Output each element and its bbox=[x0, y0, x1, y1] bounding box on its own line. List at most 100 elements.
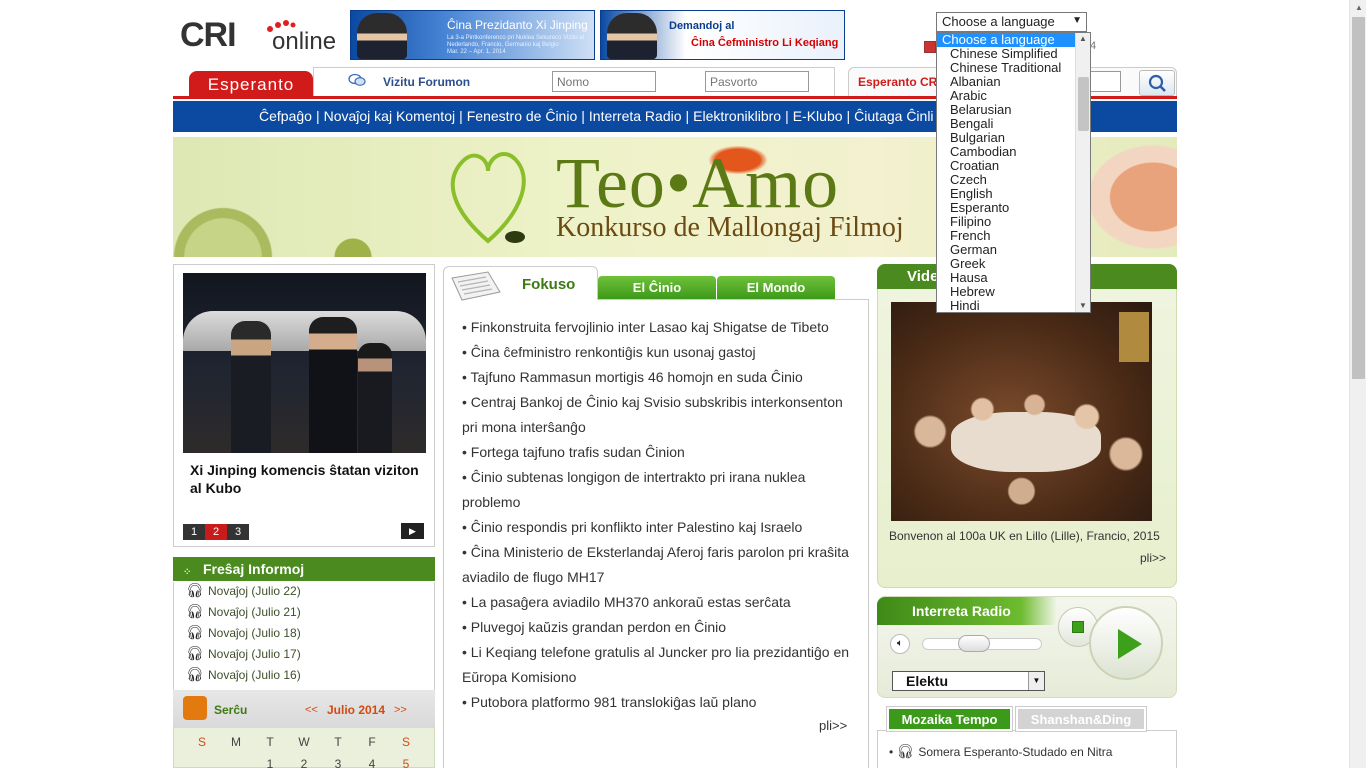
language-option[interactable]: Esperanto bbox=[937, 201, 1090, 215]
scrollbar-thumb[interactable] bbox=[1352, 17, 1365, 379]
list-item[interactable]: • 🎧︎ Somera Esperanto-Studado en Nitra bbox=[889, 743, 1112, 760]
list-item[interactable]: 🎧︎ Novaĵoj (Julio 22) bbox=[174, 582, 434, 601]
language-option[interactable]: Arabic bbox=[937, 89, 1090, 103]
language-option[interactable]: German bbox=[937, 243, 1090, 257]
video-photo[interactable] bbox=[891, 302, 1152, 521]
tab-from-china[interactable]: El Ĉinio bbox=[598, 276, 716, 299]
news-link[interactable]: Centraj Bankoj de Ĉinio kaj Svisio subsk… bbox=[462, 394, 843, 435]
language-option[interactable]: Belarusian bbox=[937, 103, 1090, 117]
news-link[interactable]: Finkonstruita fervojlinio inter Lasao ka… bbox=[471, 319, 829, 335]
news-item[interactable]: • Ĉinio respondis pri konflikto inter Pa… bbox=[462, 515, 857, 540]
nav-item[interactable]: Ĉefpaĝo bbox=[259, 108, 312, 124]
xi-jinping-banner[interactable]: Ĉina Prezidanto Xi Jinping La 3-a Pintko… bbox=[350, 10, 595, 60]
fresh-news-link[interactable]: Novaĵoj (Julio 16) bbox=[208, 668, 301, 682]
language-select[interactable]: Choose a language ▼ bbox=[936, 12, 1087, 32]
video-caption[interactable]: Bonvenon al 100a UK en Lillo (Lille), Fr… bbox=[889, 529, 1160, 543]
language-dropdown-list[interactable]: Choose a language Chinese Simplified Chine… bbox=[936, 32, 1091, 313]
site-language-tab[interactable]: Esperanto bbox=[189, 71, 313, 98]
language-option[interactable]: Chinese Simplified bbox=[937, 47, 1090, 61]
language-option[interactable]: Hebrew bbox=[937, 285, 1090, 299]
news-link[interactable]: La pasaĝera aviadilo MH370 ankoraŭ estas… bbox=[471, 594, 791, 610]
slideshow-page-button[interactable]: 1 bbox=[183, 524, 205, 540]
language-option[interactable]: Filipino bbox=[937, 215, 1090, 229]
news-link[interactable]: Ĉinio respondis pri konflikto inter Pale… bbox=[471, 519, 803, 535]
news-link[interactable]: Ĉina ĉefministro renkontiĝis kun usonaj … bbox=[471, 344, 756, 360]
news-link[interactable]: Fortega tajfuno trafis sudan Ĉinion bbox=[471, 444, 685, 460]
slideshow-page-button[interactable]: 3 bbox=[227, 524, 249, 540]
tab-from-world[interactable]: El Mondo bbox=[717, 276, 835, 299]
news-item[interactable]: • Finkonstruita fervojlinio inter Lasao … bbox=[462, 315, 857, 340]
slideshow-caption[interactable]: Xi Jinping komencis ŝtatan viziton al Ku… bbox=[190, 461, 420, 497]
news-item[interactable]: • Ĉina ĉefministro renkontiĝis kun usona… bbox=[462, 340, 857, 365]
language-option[interactable]: French bbox=[937, 229, 1090, 243]
language-option[interactable]: Cambodian bbox=[937, 145, 1090, 159]
search-input[interactable] bbox=[1090, 71, 1121, 92]
language-option[interactable]: Hausa bbox=[937, 271, 1090, 285]
scroll-up-icon[interactable]: ▲ bbox=[1355, 3, 1363, 12]
nav-item[interactable]: Ĉiutaga Ĉinli bbox=[854, 108, 933, 124]
news-more-link[interactable]: pli>> bbox=[819, 718, 847, 733]
news-link[interactable]: Putobora platformo 981 translokiĝas laŭ … bbox=[471, 694, 757, 710]
username-field[interactable] bbox=[552, 71, 656, 92]
news-item[interactable]: • Pluvegoj kaŭzis grandan perdon en Ĉini… bbox=[462, 615, 857, 640]
news-item[interactable]: • Fortega tajfuno trafis sudan Ĉinion bbox=[462, 440, 857, 465]
news-item[interactable]: • Putobora platformo 981 translokiĝas la… bbox=[462, 690, 857, 715]
radio-channel-select[interactable]: Elektu ▼ bbox=[892, 671, 1045, 691]
search-button[interactable] bbox=[1139, 70, 1175, 96]
calendar-day[interactable]: 4 bbox=[355, 757, 389, 768]
fresh-news-link[interactable]: Novaĵoj (Julio 17) bbox=[208, 647, 301, 661]
language-option[interactable]: Albanian bbox=[937, 75, 1090, 89]
news-item[interactable]: • Ĉina Ministerio de Eksterlandaj Aferoj… bbox=[462, 540, 857, 590]
language-option[interactable]: Croatian bbox=[937, 159, 1090, 173]
slideshow-page-button[interactable]: 2 bbox=[205, 524, 227, 540]
password-field[interactable] bbox=[705, 71, 809, 92]
calendar-day[interactable]: 5 bbox=[389, 757, 423, 768]
cri-online-logo[interactable]: CRI online bbox=[180, 16, 345, 56]
language-option[interactable]: Bengali bbox=[937, 117, 1090, 131]
language-option[interactable]: Chinese Traditional bbox=[937, 61, 1090, 75]
volume-icon[interactable]: 🔈︎ bbox=[890, 634, 910, 654]
news-link[interactable]: Ĉinio subtenas longigon de intertrakto p… bbox=[462, 469, 805, 510]
tab-shanshan-ding[interactable]: Shanshan&Ding bbox=[1015, 706, 1147, 732]
play-next-icon[interactable]: ▶ bbox=[401, 523, 424, 539]
list-item[interactable]: 🎧︎ Novaĵoj (Julio 21) bbox=[174, 601, 434, 622]
news-item[interactable]: • Tajfuno Rammasun mortigis 46 homojn en… bbox=[462, 365, 857, 390]
fresh-news-link[interactable]: Novaĵoj (Julio 21) bbox=[208, 605, 301, 619]
language-option[interactable]: Greek bbox=[937, 257, 1090, 271]
language-option[interactable]: Hindi bbox=[937, 299, 1090, 313]
volume-slider-handle[interactable] bbox=[958, 635, 990, 652]
news-item[interactable]: • Li Keqiang telefone gratulis al Juncke… bbox=[462, 640, 857, 690]
news-link[interactable]: Li Keqiang telefone gratulis al Juncker … bbox=[462, 644, 849, 685]
news-item[interactable]: • La pasaĝera aviadilo MH370 ankoraŭ est… bbox=[462, 590, 857, 615]
news-item[interactable]: • Centraj Bankoj de Ĉinio kaj Svisio sub… bbox=[462, 390, 857, 440]
scrollbar-thumb[interactable] bbox=[1078, 77, 1089, 131]
li-keqiang-banner[interactable]: Demandoj al Ĉina Ĉefministro Li Keqiang bbox=[600, 10, 845, 60]
scroll-down-icon[interactable]: ▼ bbox=[1079, 301, 1087, 310]
language-list-scrollbar[interactable]: ▲ ▼ bbox=[1075, 33, 1090, 312]
page-scrollbar[interactable]: ▲ bbox=[1349, 0, 1366, 768]
play-button[interactable] bbox=[1089, 606, 1163, 680]
calendar-day[interactable]: 2 bbox=[287, 757, 321, 768]
news-link[interactable]: Tajfuno Rammasun mortigis 46 homojn en s… bbox=[471, 369, 803, 385]
slideshow-photo[interactable] bbox=[183, 273, 426, 453]
video-more-link[interactable]: pli>> bbox=[1140, 551, 1166, 565]
news-link[interactable]: Ĉina Ministerio de Eksterlandaj Aferoj f… bbox=[462, 544, 849, 585]
list-item[interactable]: 🎧︎ Novaĵoj (Julio 16) bbox=[174, 664, 434, 685]
language-option[interactable]: English bbox=[937, 187, 1090, 201]
language-option[interactable]: Bulgarian bbox=[937, 131, 1090, 145]
forum-link[interactable]: Vizitu Forumon bbox=[383, 75, 470, 89]
nav-item[interactable]: Interreta Radio bbox=[589, 108, 682, 124]
list-item[interactable]: 🎧︎ Novaĵoj (Julio 18) bbox=[174, 622, 434, 643]
fresh-news-link[interactable]: Novaĵoj (Julio 22) bbox=[208, 584, 301, 598]
language-option[interactable]: Czech bbox=[937, 173, 1090, 187]
calendar-day[interactable]: 1 bbox=[253, 757, 287, 768]
nav-item[interactable]: Elektroniklibro bbox=[693, 108, 781, 124]
scroll-up-icon[interactable]: ▲ bbox=[1079, 34, 1087, 43]
list-item[interactable]: 🎧︎ Novaĵoj (Julio 17) bbox=[174, 643, 434, 664]
nav-item[interactable]: E-Klubo bbox=[793, 108, 843, 124]
calendar-prev-button[interactable]: << bbox=[305, 704, 318, 716]
tab-focus-label[interactable]: Fokuso bbox=[522, 276, 575, 293]
nav-item[interactable]: Fenestro de Ĉinio bbox=[467, 108, 578, 124]
nav-item[interactable]: Novaĵoj kaj Komentoj bbox=[324, 108, 456, 124]
tab-mozaika-tempo[interactable]: Mozaika Tempo bbox=[886, 706, 1013, 732]
